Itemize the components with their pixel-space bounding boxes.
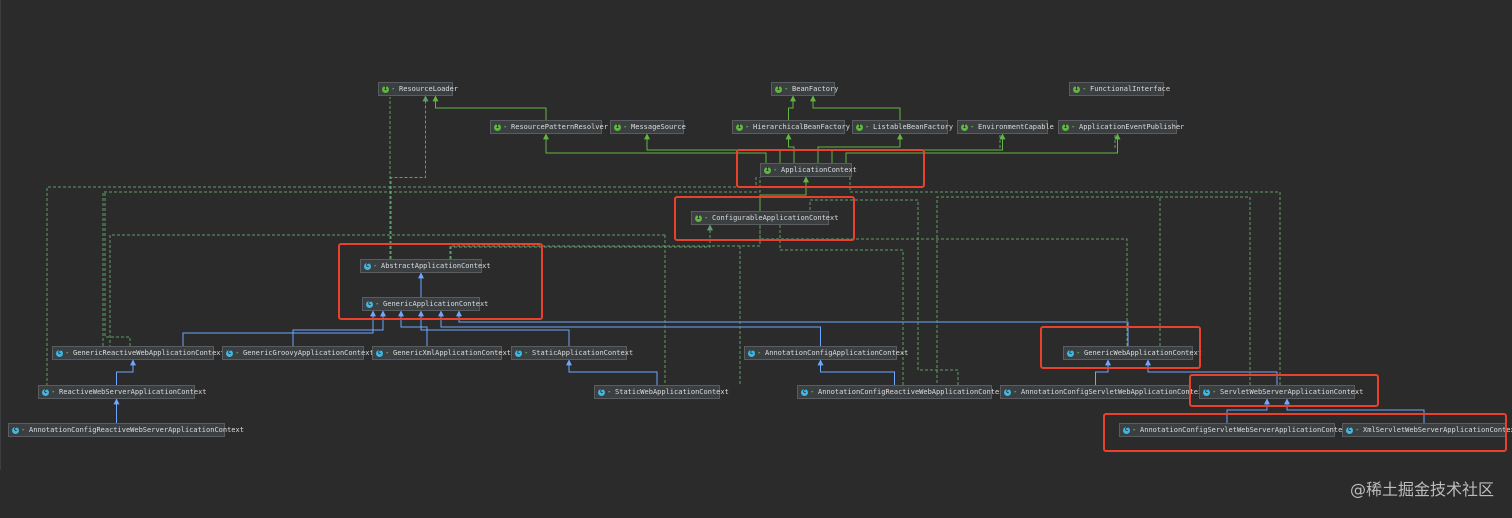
node-static-application-context[interactable]: C ▸ StaticApplicationContext — [511, 346, 633, 360]
node-application-event-publisher[interactable]: I ▸ ApplicationEventPublisher — [1058, 120, 1184, 134]
node-message-source[interactable]: I ▸ MessageSource — [610, 120, 686, 134]
visibility-icon: ▸ — [1014, 389, 1018, 395]
visibility-icon: ▸ — [525, 350, 529, 356]
visibility-icon: ▸ — [1083, 86, 1087, 92]
node-label: StaticApplicationContext — [532, 349, 634, 357]
highlight-frame — [1103, 413, 1507, 452]
interface-icon: I — [856, 123, 863, 131]
edge-static-web-application-context-to-static-application-context — [566, 359, 658, 385]
interface-icon: I — [614, 123, 621, 131]
diagram-canvas: I ▸ ResourceLoader I ▸ BeanFactory I ▸ Functiona… — [0, 0, 1512, 518]
highlight-frame — [1040, 326, 1201, 369]
class-icon: C — [226, 349, 233, 357]
highlight-frame — [736, 149, 925, 188]
node-label: GenericReactiveWebApplicationContext — [73, 349, 225, 357]
node-label: GenericXmlApplicationContext — [393, 349, 512, 357]
node-annotation-config-reactive-web-server-application-context[interactable]: C ▸ AnnotationConfigReactiveWebServerAppli… — [8, 423, 244, 437]
visibility-icon: ▸ — [66, 350, 70, 356]
node-label: ResourcePatternResolver — [511, 123, 608, 131]
node-label: ApplicationEventPublisher — [1079, 123, 1185, 131]
highlight-frame — [338, 243, 543, 320]
visibility-icon: ▸ — [624, 124, 628, 130]
node-hierarchical-bean-factory[interactable]: I ▸ HierarchicalBeanFactory — [732, 120, 850, 134]
node-functional-interface[interactable]: I ▸ FunctionalInterface — [1069, 82, 1170, 96]
node-generic-xml-application-context[interactable]: C ▸ GenericXmlApplicationContext — [372, 346, 511, 360]
interface-icon: I — [775, 85, 782, 93]
edge-annotation-config-reactive-web-application-context-to-annotation-config-application-context — [817, 359, 895, 385]
node-label: MessageSource — [631, 123, 686, 131]
node-label: FunctionalInterface — [1090, 85, 1171, 93]
node-static-web-application-context[interactable]: C ▸ StaticWebApplicationContext — [594, 385, 729, 399]
class-icon: C — [801, 388, 808, 396]
node-label: BeanFactory — [792, 85, 839, 93]
visibility-icon: ▸ — [758, 350, 762, 356]
implements-route-2 — [104, 192, 131, 346]
interface-icon: I — [494, 123, 501, 131]
visibility-icon: ▸ — [22, 427, 26, 433]
class-icon: C — [376, 349, 383, 357]
class-icon: C — [56, 349, 63, 357]
class-icon: C — [1004, 388, 1011, 396]
node-annotation-config-reactive-web-application-context[interactable]: C ▸ AnnotationConfigReactiveWebApplication… — [797, 385, 1008, 399]
node-label: GenericGroovyApplicationContext — [243, 349, 374, 357]
node-label: AnnotationConfigReactiveWebServerApplica… — [29, 426, 244, 434]
node-generic-groovy-application-context[interactable]: C ▸ GenericGroovyApplicationContext — [222, 346, 374, 360]
interface-icon: I — [961, 123, 968, 131]
interface-icon: I — [1062, 123, 1069, 131]
highlight-frame — [1189, 374, 1379, 407]
node-label: ResourceLoader — [399, 85, 459, 93]
node-label: ReactiveWebServerApplicationContext — [59, 388, 207, 396]
interface-icon: I — [1073, 85, 1080, 93]
node-label: AnnotationConfigApplicationContext — [765, 349, 909, 357]
node-annotation-config-application-context[interactable]: C ▸ AnnotationConfigApplicationContext — [744, 346, 908, 360]
visibility-icon: ▸ — [866, 124, 870, 130]
node-reactive-web-server-application-context[interactable]: C ▸ ReactiveWebServerApplicationContext — [38, 385, 207, 399]
node-label: AnnotationConfigServletWebApplicationCon… — [1021, 388, 1207, 396]
highlight-frame — [674, 196, 855, 241]
node-environment-capable[interactable]: I ▸ EnvironmentCapable — [957, 120, 1054, 134]
visibility-icon: ▸ — [236, 350, 240, 356]
visibility-icon: ▸ — [52, 389, 56, 395]
node-generic-reactive-web-application-context[interactable]: C ▸ GenericReactiveWebApplicationContext — [52, 346, 225, 360]
class-icon: C — [12, 426, 19, 434]
node-label: EnvironmentCapable — [978, 123, 1054, 131]
visibility-icon: ▸ — [608, 389, 612, 395]
visibility-icon: ▸ — [1072, 124, 1076, 130]
node-label: AnnotationConfigReactiveWebApplicationCo… — [818, 388, 1008, 396]
visibility-icon: ▸ — [386, 350, 390, 356]
edge-application-context-to-resource-pattern-resolver — [543, 133, 767, 163]
node-listable-bean-factory[interactable]: I ▸ ListableBeanFactory — [852, 120, 953, 134]
class-icon: C — [515, 349, 522, 357]
node-label: HierarchicalBeanFactory — [753, 123, 850, 131]
visibility-icon: ▸ — [504, 124, 508, 130]
visibility-icon: ▸ — [971, 124, 975, 130]
implements-route-12 — [779, 225, 904, 385]
edge-generic-web-application-context-to-generic-application-context — [456, 310, 1129, 346]
class-icon: C — [42, 388, 49, 396]
node-label: StaticWebApplicationContext — [615, 388, 729, 396]
edge-resource-pattern-resolver-to-resource-loader — [432, 95, 547, 120]
visibility-icon: ▸ — [746, 124, 750, 130]
node-resource-pattern-resolver[interactable]: I ▸ ResourcePatternResolver — [490, 120, 608, 134]
interface-icon: I — [736, 123, 743, 131]
edge-listable-bean-factory-to-bean-factory — [810, 95, 901, 120]
edge-hierarchical-bean-factory-to-bean-factory — [788, 95, 796, 120]
node-annotation-config-servlet-web-application-context[interactable]: C ▸ AnnotationConfigServletWebApplicationC… — [1000, 385, 1206, 399]
visibility-icon: ▸ — [392, 86, 396, 92]
visibility-icon: ▸ — [785, 86, 789, 92]
visibility-icon: ▸ — [811, 389, 815, 395]
node-label: ListableBeanFactory — [873, 123, 954, 131]
watermark: @稀土掘金技术社区 — [1349, 480, 1494, 499]
edge-reactive-web-server-application-context-to-generic-reactive-web-application-context — [116, 359, 136, 385]
node-resource-loader[interactable]: I ▸ ResourceLoader — [378, 82, 458, 96]
interface-icon: I — [382, 85, 389, 93]
node-bean-factory[interactable]: I ▸ BeanFactory — [771, 82, 839, 96]
class-icon: C — [598, 388, 605, 396]
class-icon: C — [748, 349, 755, 357]
